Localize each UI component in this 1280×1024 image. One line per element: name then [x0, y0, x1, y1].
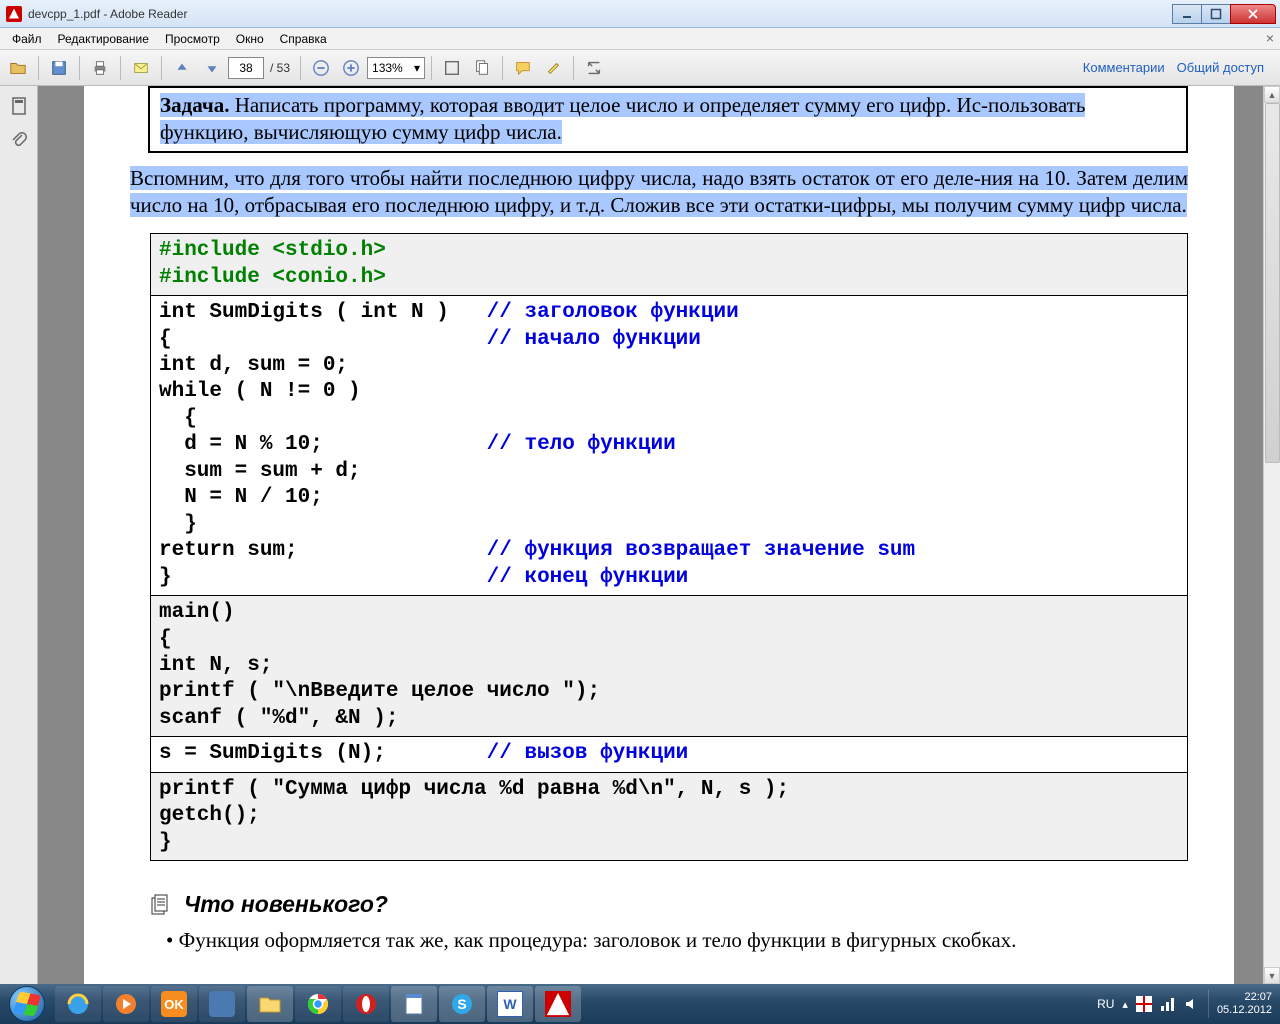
windows-taskbar: OK S W RU ▴ 22:07 05.12.2012 [0, 984, 1280, 1024]
minimize-button[interactable] [1172, 4, 1202, 24]
taskbar-ie[interactable] [55, 986, 101, 1022]
taskbar-ok[interactable]: OK [151, 986, 197, 1022]
scroll-down-icon[interactable]: ▼ [1264, 967, 1280, 984]
menu-close-icon[interactable]: × [1266, 30, 1274, 46]
code-row: #include <stdio.h> #include <conio.h> [151, 234, 1187, 296]
code-row: int SumDigits ( int N ) // заголовок фун… [151, 296, 1187, 596]
comments-link[interactable]: Комментарии [1083, 60, 1165, 75]
page-number-input[interactable] [228, 57, 264, 79]
task-box: Задача. Написать программу, которая ввод… [148, 86, 1188, 153]
window-titlebar: devcpp_1.pdf - Adobe Reader [0, 0, 1280, 28]
code-row: s = SumDigits (N); // вызов функции [151, 737, 1187, 772]
window-title: devcpp_1.pdf - Adobe Reader [28, 7, 1173, 21]
taskbar-explorer[interactable] [247, 986, 293, 1022]
menu-window[interactable]: Окно [228, 30, 272, 48]
volume-icon[interactable] [1184, 996, 1200, 1012]
tool-button-2[interactable] [468, 54, 496, 82]
attachments-icon[interactable] [7, 128, 31, 152]
code-row: main() { int N, s; printf ( "\nВведите ц… [151, 596, 1187, 737]
read-mode-button[interactable] [580, 54, 608, 82]
paragraph: Вспомним, что для того чтобы найти после… [130, 165, 1188, 220]
pdf-page: Задача. Написать программу, которая ввод… [84, 86, 1234, 984]
page-total-label: / 53 [270, 61, 290, 75]
bullet-item: • Функция оформляется так же, как процед… [166, 928, 1188, 953]
taskbar-notepad[interactable] [391, 986, 437, 1022]
scroll-thumb[interactable] [1265, 103, 1280, 463]
side-panel [0, 86, 38, 984]
zoom-dropdown[interactable]: 133%▾ [367, 57, 425, 79]
open-button[interactable] [4, 54, 32, 82]
pages-icon [150, 894, 172, 916]
taskbar-skype[interactable]: S [439, 986, 485, 1022]
zoom-in-button[interactable] [337, 54, 365, 82]
email-button[interactable] [127, 54, 155, 82]
scroll-up-icon[interactable]: ▲ [1264, 86, 1280, 103]
input-language[interactable]: RU [1097, 997, 1114, 1011]
tool-button-1[interactable] [438, 54, 466, 82]
highlight-button[interactable] [539, 54, 567, 82]
taskbar-word[interactable]: W [487, 986, 533, 1022]
taskbar-app-1[interactable] [199, 986, 245, 1022]
menu-bar: Файл Редактирование Просмотр Окно Справк… [0, 28, 1280, 50]
print-button[interactable] [86, 54, 114, 82]
page-down-button[interactable] [198, 54, 226, 82]
flag-icon[interactable] [1136, 996, 1152, 1012]
clock[interactable]: 22:07 05.12.2012 [1217, 991, 1272, 1017]
page-up-button[interactable] [168, 54, 196, 82]
taskbar-player[interactable] [103, 986, 149, 1022]
code-box: #include <stdio.h> #include <conio.h> in… [150, 233, 1188, 861]
comment-button[interactable] [509, 54, 537, 82]
menu-view[interactable]: Просмотр [157, 30, 228, 48]
menu-edit[interactable]: Редактирование [50, 30, 157, 48]
network-icon[interactable] [1160, 996, 1176, 1012]
app-icon [6, 6, 22, 22]
zoom-out-button[interactable] [307, 54, 335, 82]
save-button[interactable] [45, 54, 73, 82]
menu-file[interactable]: Файл [4, 30, 50, 48]
start-button[interactable] [0, 984, 54, 1024]
section-heading: Что новенького? [150, 891, 1188, 918]
taskbar-opera[interactable] [343, 986, 389, 1022]
vertical-scrollbar[interactable]: ▲ ▼ [1263, 86, 1280, 984]
close-button[interactable] [1230, 4, 1276, 24]
svg-text:S: S [457, 996, 466, 1012]
document-viewport: Задача. Написать программу, которая ввод… [38, 86, 1280, 984]
thumbnails-icon[interactable] [7, 94, 31, 118]
code-row: printf ( "Сумма цифр числа %d равна %d\n… [151, 773, 1187, 860]
menu-help[interactable]: Справка [272, 30, 335, 48]
toolbar: / 53 133%▾ Комментарии Общий доступ [0, 50, 1280, 86]
taskbar-chrome[interactable] [295, 986, 341, 1022]
tray-expand-icon[interactable]: ▴ [1122, 998, 1128, 1011]
taskbar-reader[interactable] [535, 986, 581, 1022]
system-tray: RU ▴ 22:07 05.12.2012 [1097, 990, 1280, 1018]
share-link[interactable]: Общий доступ [1177, 60, 1264, 75]
maximize-button[interactable] [1201, 4, 1231, 24]
